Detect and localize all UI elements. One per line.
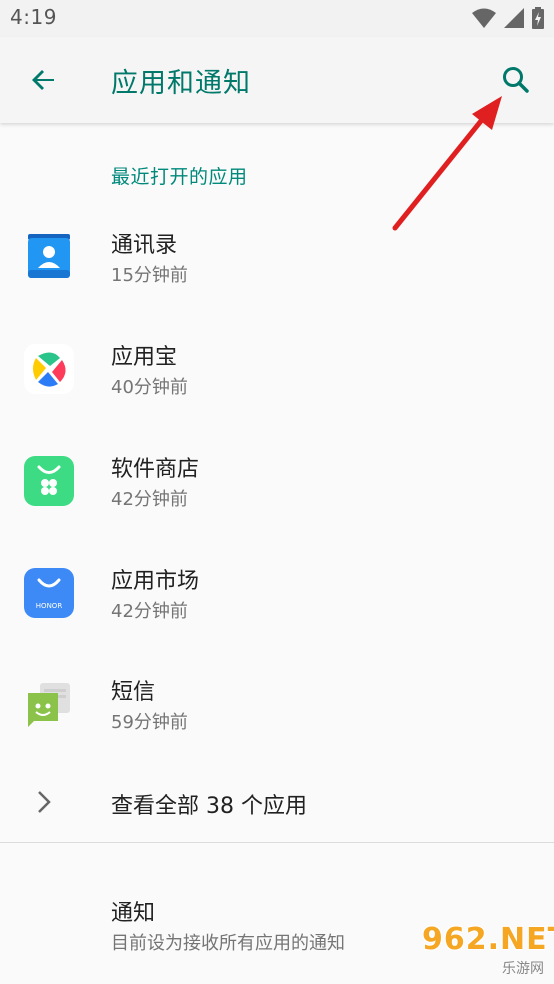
watermark-sub: 乐游网 <box>502 961 544 977</box>
yingyongbao-icon <box>24 344 74 394</box>
app-last-used: 42分钟前 <box>111 601 188 622</box>
status-time: 4:19 <box>10 5 57 29</box>
site-watermark: 962.NET 乐游网 <box>416 922 554 978</box>
software-store-icon <box>24 456 74 506</box>
watermark-brand: 962.NET <box>422 922 554 957</box>
status-bar: 4:19 <box>0 0 554 37</box>
status-icons <box>472 7 544 29</box>
arrow-back-icon <box>32 70 54 90</box>
search-button[interactable] <box>496 60 536 100</box>
app-name: 应用宝 <box>111 345 178 370</box>
signal-icon <box>504 8 524 28</box>
recent-apps-header: 最近打开的应用 <box>111 166 248 188</box>
see-all-label: 查看全部 38 个应用 <box>111 794 307 819</box>
app-name: 短信 <box>111 680 156 705</box>
app-row-app-market[interactable]: HONOR 应用市场 42分钟前 <box>0 542 554 642</box>
app-bar: 应用和通知 <box>0 37 554 123</box>
back-button[interactable] <box>24 60 64 100</box>
battery-icon <box>532 7 544 29</box>
messaging-icon <box>28 683 70 727</box>
chevron-right-icon <box>38 791 51 813</box>
page-title: 应用和通知 <box>111 68 251 99</box>
divider <box>0 842 554 843</box>
app-row-yingyongbao[interactable]: 应用宝 40分钟前 <box>0 318 554 418</box>
app-last-used: 40分钟前 <box>111 377 188 398</box>
app-last-used: 15分钟前 <box>111 265 188 286</box>
app-row-messaging[interactable]: 短信 59分钟前 <box>0 653 554 753</box>
app-last-used: 59分钟前 <box>111 712 188 733</box>
app-market-icon: HONOR <box>24 568 74 618</box>
app-row-contacts[interactable]: 通讯录 15分钟前 <box>0 206 554 306</box>
settings-screen: 4:19 应用和通知 最近打开的应用 通讯录 15分钟前 应用宝 40分钟前 软… <box>0 0 554 984</box>
app-name: 应用市场 <box>111 569 200 594</box>
notifications-title: 通知 <box>111 901 156 926</box>
search-icon <box>503 67 529 93</box>
wifi-icon <box>472 8 496 28</box>
honor-label: HONOR <box>36 602 63 610</box>
contacts-icon <box>28 234 70 278</box>
app-last-used: 42分钟前 <box>111 489 188 510</box>
notifications-summary: 目前设为接收所有应用的通知 <box>111 933 345 954</box>
app-name: 软件商店 <box>111 457 200 482</box>
app-row-software-store[interactable]: 软件商店 42分钟前 <box>0 430 554 530</box>
app-name: 通讯录 <box>111 233 178 258</box>
see-all-apps-button[interactable]: 查看全部 38 个应用 <box>0 766 554 840</box>
